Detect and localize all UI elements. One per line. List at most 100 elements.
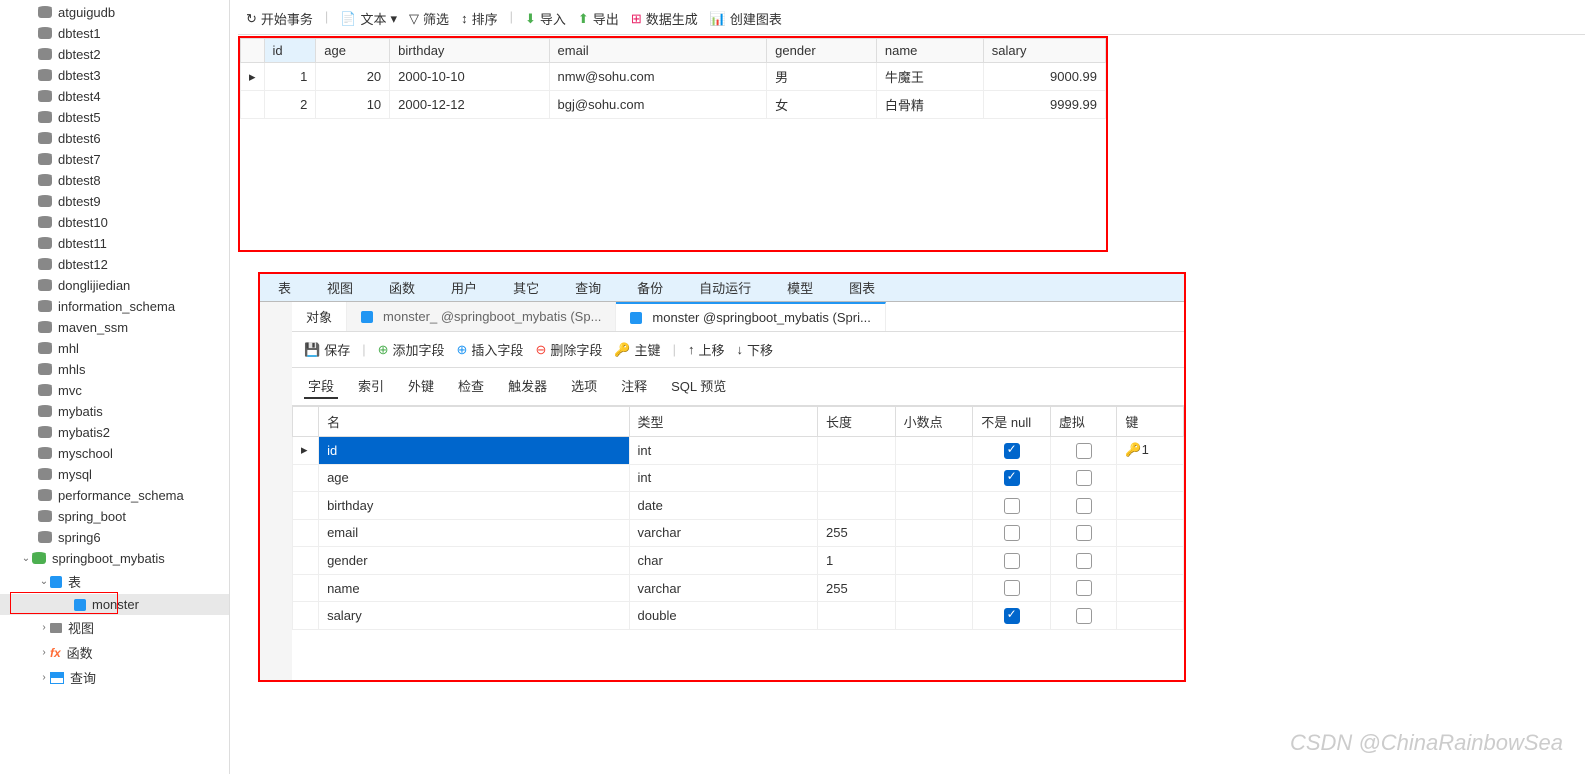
notnull-checkbox[interactable]	[1004, 580, 1020, 596]
tree-db-item[interactable]: dbtest6	[0, 128, 229, 149]
field-type[interactable]: int	[629, 464, 818, 492]
field-name[interactable]: birthday	[319, 492, 629, 520]
sort-button[interactable]: ↕ 排序	[461, 9, 498, 28]
notnull-checkbox[interactable]	[1004, 470, 1020, 486]
field-length[interactable]: 1	[818, 547, 896, 575]
panel-tab[interactable]: 模型	[769, 274, 831, 301]
virtual-checkbox[interactable]	[1076, 580, 1092, 596]
field-type[interactable]: date	[629, 492, 818, 520]
move-up-button[interactable]: ↑ 上移	[688, 340, 725, 359]
import-button[interactable]: ⬇ 导入	[525, 9, 566, 28]
primary-key-button[interactable]: 🔑 主键	[614, 340, 660, 359]
column-header[interactable]: email	[549, 39, 767, 63]
field-key[interactable]	[1117, 519, 1184, 547]
virtual-checkbox[interactable]	[1076, 608, 1092, 624]
field-table[interactable]: 名 类型 长度 小数点 不是 null 虚拟 键 ▸idint🔑1ageintb…	[292, 406, 1184, 630]
cell[interactable]: bgj@sohu.com	[549, 91, 767, 119]
col-name[interactable]: 名	[319, 407, 629, 437]
tree-views-node[interactable]: ›视图	[0, 615, 229, 640]
design-tab[interactable]: SQL 预览	[667, 374, 730, 399]
panel-tab[interactable]: 视图	[309, 274, 371, 301]
notnull-checkbox[interactable]	[1004, 553, 1020, 569]
design-tab[interactable]: 选项	[567, 374, 601, 399]
tree-db-item[interactable]: dbtest7	[0, 149, 229, 170]
tree-tables-node[interactable]: ⌄表	[0, 569, 229, 594]
cell[interactable]: 2	[264, 91, 316, 119]
notnull-checkbox[interactable]	[1004, 443, 1020, 459]
notnull-checkbox[interactable]	[1004, 525, 1020, 541]
field-row[interactable]: genderchar1	[293, 547, 1184, 575]
field-key[interactable]	[1117, 492, 1184, 520]
field-decimal[interactable]	[895, 492, 973, 520]
field-row[interactable]: salarydouble	[293, 602, 1184, 630]
cell[interactable]: 9999.99	[983, 91, 1105, 119]
design-tab[interactable]: 字段	[304, 374, 338, 399]
tree-db-active[interactable]: ⌄springboot_mybatis	[0, 548, 229, 569]
field-decimal[interactable]	[895, 464, 973, 492]
text-button[interactable]: 📄 文本 ▾	[340, 9, 397, 28]
field-type[interactable]: char	[629, 547, 818, 575]
field-name[interactable]: email	[319, 519, 629, 547]
delete-field-button[interactable]: ⊖ 删除字段	[535, 340, 602, 359]
field-name[interactable]: id	[319, 437, 629, 465]
virtual-checkbox[interactable]	[1076, 470, 1092, 486]
tree-db-item[interactable]: myschool	[0, 443, 229, 464]
field-key[interactable]	[1117, 547, 1184, 575]
save-button[interactable]: 💾 保存	[304, 340, 350, 359]
tree-db-item[interactable]: dbtest9	[0, 191, 229, 212]
cell[interactable]: 牛魔王	[876, 63, 983, 91]
field-length[interactable]	[818, 492, 896, 520]
panel-tab[interactable]: 其它	[495, 274, 557, 301]
panel-tab[interactable]: 自动运行	[681, 274, 769, 301]
tree-db-item[interactable]: mhls	[0, 359, 229, 380]
field-length[interactable]	[818, 437, 896, 465]
field-key[interactable]	[1117, 574, 1184, 602]
tree-db-item[interactable]: donglijiedian	[0, 275, 229, 296]
tree-db-item[interactable]: dbtest1	[0, 23, 229, 44]
move-down-button[interactable]: ↓ 下移	[736, 340, 773, 359]
create-chart-button[interactable]: 📊 创建图表	[710, 9, 782, 28]
table-row[interactable]: ▸1202000-10-10nmw@sohu.com男牛魔王9000.99	[241, 63, 1106, 91]
tree-db-item[interactable]: mybatis2	[0, 422, 229, 443]
tree-db-item[interactable]: mybatis	[0, 401, 229, 422]
generate-data-button[interactable]: ⊞ 数据生成	[631, 9, 698, 28]
cell[interactable]: 男	[767, 63, 877, 91]
field-name[interactable]: gender	[319, 547, 629, 575]
design-tab[interactable]: 外键	[404, 374, 438, 399]
field-key[interactable]	[1117, 602, 1184, 630]
panel-tab[interactable]: 函数	[371, 274, 433, 301]
data-grid[interactable]: idagebirthdayemailgendernamesalary ▸1202…	[238, 36, 1108, 252]
field-row[interactable]: ageint	[293, 464, 1184, 492]
field-type[interactable]: int	[629, 437, 818, 465]
field-name[interactable]: age	[319, 464, 629, 492]
panel-tab[interactable]: 用户	[433, 274, 495, 301]
column-header[interactable]: id	[264, 39, 316, 63]
column-header[interactable]: birthday	[390, 39, 549, 63]
field-length[interactable]	[818, 464, 896, 492]
field-length[interactable]	[818, 602, 896, 630]
cell[interactable]: 20	[316, 63, 390, 91]
field-row[interactable]: namevarchar255	[293, 574, 1184, 602]
field-decimal[interactable]	[895, 574, 973, 602]
tree-db-item[interactable]: spring_boot	[0, 506, 229, 527]
cell[interactable]: nmw@sohu.com	[549, 63, 767, 91]
field-decimal[interactable]	[895, 519, 973, 547]
col-notnull[interactable]: 不是 null	[973, 407, 1051, 437]
tree-db-item[interactable]: dbtest10	[0, 212, 229, 233]
design-tab[interactable]: 检查	[454, 374, 488, 399]
panel-tab[interactable]: 备份	[619, 274, 681, 301]
tree-db-item[interactable]: mvc	[0, 380, 229, 401]
tree-db-item[interactable]: performance_schema	[0, 485, 229, 506]
field-decimal[interactable]	[895, 547, 973, 575]
col-virtual[interactable]: 虚拟	[1050, 407, 1117, 437]
field-name[interactable]: name	[319, 574, 629, 602]
begin-transaction-button[interactable]: ↻ 开始事务	[246, 9, 313, 28]
virtual-checkbox[interactable]	[1076, 498, 1092, 514]
column-header[interactable]: salary	[983, 39, 1105, 63]
tree-db-item[interactable]: maven_ssm	[0, 317, 229, 338]
tree-db-item[interactable]: information_schema	[0, 296, 229, 317]
design-tab[interactable]: 索引	[354, 374, 388, 399]
tree-db-item[interactable]: dbtest11	[0, 233, 229, 254]
filter-button[interactable]: ▽ 筛选	[409, 9, 449, 28]
add-field-button[interactable]: ⊕ 添加字段	[378, 340, 445, 359]
